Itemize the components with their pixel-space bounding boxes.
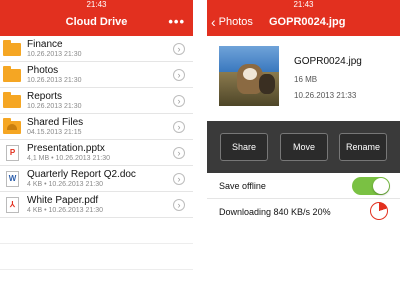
- item-name: Quarterly Report Q2.doc: [27, 168, 136, 180]
- file-size: 16 MB: [294, 75, 318, 84]
- file-info: GOPR0024.jpg 16 MB 10.26.2013 21:33: [207, 36, 400, 121]
- item-name: Reports: [27, 90, 63, 102]
- chevron-right-icon[interactable]: ›: [173, 43, 185, 55]
- file-detail-screen: 21:43 ‹ Photos GOPR0024.jpg GOPR0024.jpg…: [207, 0, 400, 300]
- item-meta: 4,1 MB • 10.26.2013 21:30: [27, 154, 111, 162]
- action-bar: Share Move Rename: [207, 121, 400, 173]
- file-list: Finance 10.26.2013 21:30 › Photos 10.26.…: [0, 36, 193, 270]
- divider: [193, 0, 207, 300]
- chevron-right-icon[interactable]: ›: [173, 199, 185, 211]
- list-item-shared-files[interactable]: Shared Files 04.15.2013 21:15 ›: [0, 114, 193, 140]
- chevron-right-icon[interactable]: ›: [173, 95, 185, 107]
- file-name: GOPR0024.jpg: [294, 56, 362, 67]
- navigation-bar: ‹ Photos GOPR0024.jpg: [207, 10, 400, 36]
- list-item-presentation[interactable]: P Presentation.pptx 4,1 MB • 10.26.2013 …: [0, 140, 193, 166]
- status-time: 21:43: [86, 0, 107, 9]
- pdf-file-icon: ⅄: [3, 196, 23, 213]
- folder-icon: [3, 39, 23, 57]
- photo-thumbnail[interactable]: [219, 46, 279, 106]
- toggle-knob: [373, 178, 389, 194]
- download-row: Downloading 840 KB/s 20%: [207, 199, 400, 225]
- save-offline-toggle[interactable]: [352, 177, 390, 195]
- list-item-finance[interactable]: Finance 10.26.2013 21:30 ›: [0, 36, 193, 62]
- status-time: 21:43: [293, 0, 314, 9]
- item-name: White Paper.pdf: [27, 194, 99, 206]
- folder-icon: [3, 91, 23, 109]
- item-meta: 10.26.2013 21:30: [27, 76, 82, 84]
- item-name: Presentation.pptx: [27, 142, 105, 154]
- item-name: Shared Files: [27, 116, 84, 128]
- powerpoint-file-icon: P: [3, 144, 23, 161]
- status-bar: 21:43: [207, 0, 400, 10]
- cloud-drive-screen: 21:43 Cloud Drive ••• Finance 10.26.2013…: [0, 0, 193, 300]
- item-meta: 4 KB • 10.26.2013 21:30: [27, 206, 104, 214]
- move-button[interactable]: Move: [280, 133, 328, 161]
- page-title: Cloud Drive: [65, 16, 128, 28]
- folder-icon: [3, 65, 23, 83]
- empty-row: [0, 244, 193, 270]
- empty-row: [0, 218, 193, 244]
- word-file-icon: W: [3, 170, 23, 187]
- chevron-left-icon: ‹: [211, 14, 216, 30]
- item-name: Finance: [27, 38, 63, 50]
- share-button[interactable]: Share: [220, 133, 268, 161]
- back-label: Photos: [218, 16, 253, 28]
- rename-button[interactable]: Rename: [339, 133, 387, 161]
- file-date: 10.26.2013 21:33: [294, 91, 357, 100]
- list-item-reports[interactable]: Reports 10.26.2013 21:30 ›: [0, 88, 193, 114]
- status-bar: 21:43: [0, 0, 193, 10]
- item-name: Photos: [27, 64, 59, 76]
- list-item-photos[interactable]: Photos 10.26.2013 21:30 ›: [0, 62, 193, 88]
- chevron-right-icon[interactable]: ›: [173, 173, 185, 185]
- chevron-right-icon[interactable]: ›: [173, 121, 185, 133]
- more-dots-icon[interactable]: •••: [168, 14, 185, 29]
- chevron-right-icon[interactable]: ›: [173, 69, 185, 81]
- page-title: GOPR0024.jpg: [269, 16, 346, 28]
- download-progress-icon: [370, 202, 388, 220]
- item-meta: 4 KB • 10.26.2013 21:30: [27, 180, 104, 188]
- back-button[interactable]: ‹ Photos: [211, 15, 253, 29]
- item-meta: 10.26.2013 21:30: [27, 102, 82, 110]
- item-meta: 04.15.2013 21:15: [27, 128, 82, 136]
- download-status: Downloading 840 KB/s 20%: [219, 207, 331, 217]
- item-meta: 10.26.2013 21:30: [27, 50, 82, 58]
- save-offline-label: Save offline: [219, 181, 266, 191]
- navigation-bar: Cloud Drive •••: [0, 10, 193, 36]
- shared-folder-icon: [3, 117, 23, 135]
- list-item-white-paper[interactable]: ⅄ White Paper.pdf 4 KB • 10.26.2013 21:3…: [0, 192, 193, 218]
- list-item-quarterly-report[interactable]: W Quarterly Report Q2.doc 4 KB • 10.26.2…: [0, 166, 193, 192]
- save-offline-row: Save offline: [207, 173, 400, 199]
- chevron-right-icon[interactable]: ›: [173, 147, 185, 159]
